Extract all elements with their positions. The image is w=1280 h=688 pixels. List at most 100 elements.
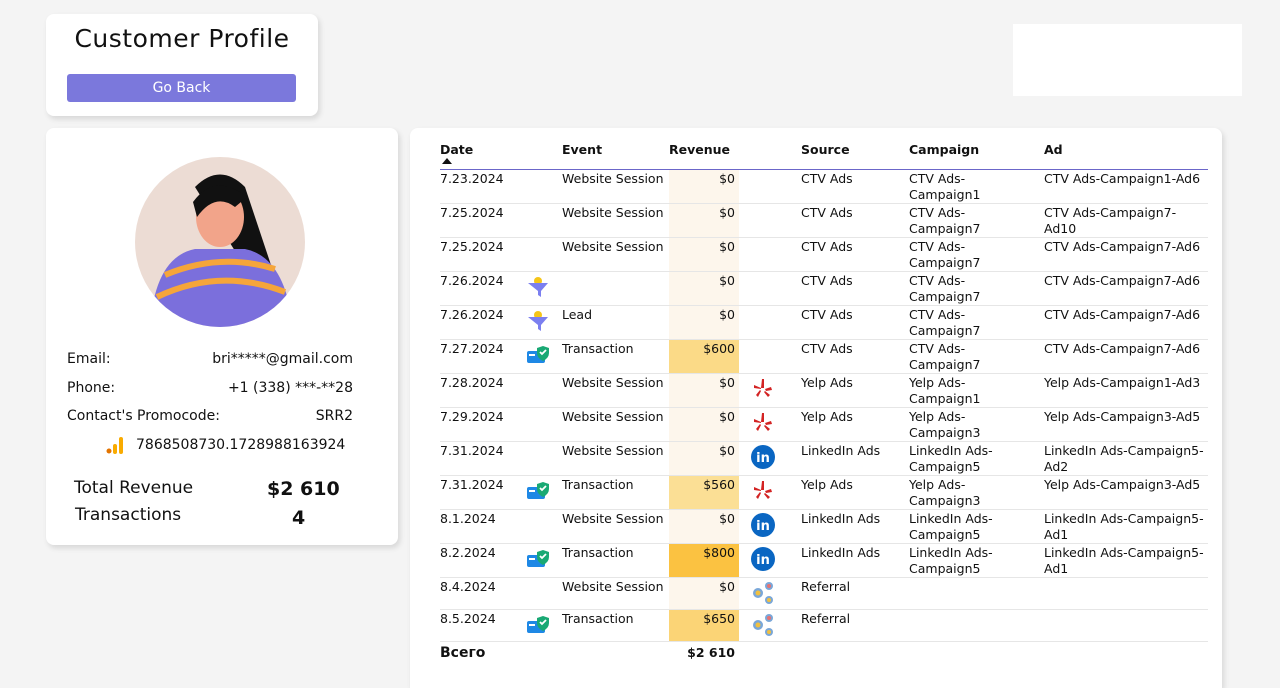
ad-cell: Yelp Ads-Campaign3-Ad5 bbox=[1044, 475, 1208, 510]
page-title: Customer Profile bbox=[74, 24, 290, 53]
revenue-cell: $0 bbox=[669, 509, 739, 544]
ad-cell: LinkedIn Ads-Campaign5-Ad1 bbox=[1044, 509, 1208, 544]
event-icon-cell bbox=[526, 407, 562, 442]
event-cell: Website Session bbox=[562, 577, 669, 610]
header-card: Customer Profile Go Back bbox=[46, 14, 318, 116]
column-header-source[interactable]: Source bbox=[801, 140, 909, 170]
table-row[interactable]: 8.4.2024 Website Session $0 Referral bbox=[440, 577, 1208, 610]
date-cell: 8.1.2024 bbox=[440, 509, 526, 544]
source-icon-cell bbox=[739, 339, 801, 374]
event-icon-cell bbox=[526, 169, 562, 204]
revenue-cell: $0 bbox=[669, 407, 739, 442]
date-cell: 8.4.2024 bbox=[440, 577, 526, 610]
source-icon-cell bbox=[739, 271, 801, 306]
ga-client-id: 7868508730.1728988163924 bbox=[106, 436, 345, 454]
total-label: Всего bbox=[440, 640, 526, 665]
ad-cell: LinkedIn Ads-Campaign5-Ad1 bbox=[1044, 543, 1208, 578]
event-cell: Transaction bbox=[562, 609, 669, 642]
table-row[interactable]: 7.29.2024 Website Session $0 Yelp Ads Ye… bbox=[440, 407, 1208, 442]
google-analytics-icon bbox=[106, 437, 123, 454]
revenue-cell: $560 bbox=[669, 475, 739, 510]
total-revenue-label: Total Revenue bbox=[74, 478, 194, 498]
promo-label: Contact's Promocode: bbox=[67, 408, 220, 424]
svg-text:in: in bbox=[756, 519, 770, 534]
event-icon-cell bbox=[526, 237, 562, 272]
event-cell: Website Session bbox=[562, 203, 669, 238]
campaign-cell: CTV Ads-Campaign7 bbox=[909, 271, 1044, 306]
column-header-event[interactable]: Event bbox=[562, 140, 669, 170]
source-icon-cell bbox=[739, 203, 801, 238]
blank-panel bbox=[1013, 24, 1242, 96]
linkedin-icon: in bbox=[739, 509, 801, 544]
campaign-cell: LinkedIn Ads-Campaign5 bbox=[909, 441, 1044, 476]
linkedin-icon: in bbox=[739, 543, 801, 578]
table-row[interactable]: 7.27.2024 Transaction $600 CTV Ads CTV A… bbox=[440, 339, 1208, 374]
source-cell: CTV Ads bbox=[801, 305, 909, 340]
date-cell: 7.25.2024 bbox=[440, 237, 526, 272]
transactions-value: 4 bbox=[292, 507, 306, 529]
source-cell: LinkedIn Ads bbox=[801, 441, 909, 476]
event-icon-cell bbox=[526, 203, 562, 238]
payment-icon bbox=[526, 543, 562, 578]
date-cell: 7.31.2024 bbox=[440, 441, 526, 476]
event-cell bbox=[562, 271, 669, 306]
events-table: Date Event Revenue Source Campaign Ad 7.… bbox=[440, 140, 1208, 665]
sort-asc-icon bbox=[442, 158, 452, 164]
source-icon-cell bbox=[739, 237, 801, 272]
date-cell: 7.26.2024 bbox=[440, 305, 526, 340]
table-row[interactable]: 7.26.2024 $0 CTV Ads CTV Ads-Campaign7 C… bbox=[440, 271, 1208, 306]
source-cell: CTV Ads bbox=[801, 339, 909, 374]
ad-cell bbox=[1044, 577, 1208, 610]
column-header-date[interactable]: Date bbox=[440, 140, 526, 170]
campaign-cell: LinkedIn Ads-Campaign5 bbox=[909, 543, 1044, 578]
table-row[interactable]: 7.25.2024 Website Session $0 CTV Ads CTV… bbox=[440, 203, 1208, 238]
campaign-cell: Yelp Ads-Campaign1 bbox=[909, 373, 1044, 408]
ad-cell: LinkedIn Ads-Campaign5-Ad2 bbox=[1044, 441, 1208, 476]
event-cell: Website Session bbox=[562, 509, 669, 544]
date-cell: 7.25.2024 bbox=[440, 203, 526, 238]
svg-text:in: in bbox=[756, 451, 770, 466]
table-row[interactable]: 7.23.2024 Website Session $0 CTV Ads CTV… bbox=[440, 169, 1208, 204]
campaign-cell: CTV Ads-Campaign7 bbox=[909, 339, 1044, 374]
table-row[interactable]: 8.1.2024 Website Session $0 in LinkedIn … bbox=[440, 509, 1208, 544]
phone-label: Phone: bbox=[67, 380, 116, 396]
table-row[interactable]: 7.26.2024 Lead $0 CTV Ads CTV Ads-Campai… bbox=[440, 305, 1208, 340]
promo-row: Contact's Promocode: SRR2 bbox=[67, 408, 353, 424]
event-cell: Transaction bbox=[562, 543, 669, 578]
source-cell: CTV Ads bbox=[801, 169, 909, 204]
source-cell: Referral bbox=[801, 577, 909, 610]
source-cell: LinkedIn Ads bbox=[801, 509, 909, 544]
event-cell: Website Session bbox=[562, 441, 669, 476]
svg-text:in: in bbox=[756, 553, 770, 568]
yelp-icon bbox=[739, 407, 801, 442]
table-row[interactable]: 7.25.2024 Website Session $0 CTV Ads CTV… bbox=[440, 237, 1208, 272]
table-row[interactable]: 7.28.2024 Website Session $0 Yelp Ads Ye… bbox=[440, 373, 1208, 408]
revenue-cell: $0 bbox=[669, 305, 739, 340]
column-header-ad[interactable]: Ad bbox=[1044, 140, 1208, 170]
yelp-icon bbox=[739, 373, 801, 408]
column-header-campaign[interactable]: Campaign bbox=[909, 140, 1044, 170]
source-cell: CTV Ads bbox=[801, 271, 909, 306]
table-row[interactable]: 7.31.2024 Website Session $0 in LinkedIn… bbox=[440, 441, 1208, 476]
referral-icon bbox=[739, 577, 801, 610]
go-back-button[interactable]: Go Back bbox=[67, 74, 296, 102]
payment-icon bbox=[526, 609, 562, 642]
campaign-cell: CTV Ads-Campaign7 bbox=[909, 237, 1044, 272]
email-label: Email: bbox=[67, 351, 111, 367]
revenue-cell: $0 bbox=[669, 169, 739, 204]
ad-cell: CTV Ads-Campaign7-Ad6 bbox=[1044, 237, 1208, 272]
column-header-revenue[interactable]: Revenue bbox=[669, 140, 739, 170]
table-row[interactable]: 7.31.2024 Transaction $560 Yelp Ads Yelp… bbox=[440, 475, 1208, 510]
source-icon-cell bbox=[739, 305, 801, 340]
event-cell: Transaction bbox=[562, 339, 669, 374]
profile-card: Email: bri*****@gmail.com Phone: +1 (338) … bbox=[46, 128, 398, 545]
events-table-card: Date Event Revenue Source Campaign Ad 7.… bbox=[410, 128, 1222, 688]
campaign-cell: Yelp Ads-Campaign3 bbox=[909, 407, 1044, 442]
yelp-icon bbox=[739, 475, 801, 510]
revenue-cell: $800 bbox=[669, 543, 739, 578]
campaign-cell bbox=[909, 609, 1044, 642]
table-row[interactable]: 8.2.2024 Transaction $800 in LinkedIn Ad… bbox=[440, 543, 1208, 578]
table-row[interactable]: 8.5.2024 Transaction $650 Referral bbox=[440, 609, 1208, 642]
revenue-cell: $600 bbox=[669, 339, 739, 374]
event-cell: Lead bbox=[562, 305, 669, 340]
